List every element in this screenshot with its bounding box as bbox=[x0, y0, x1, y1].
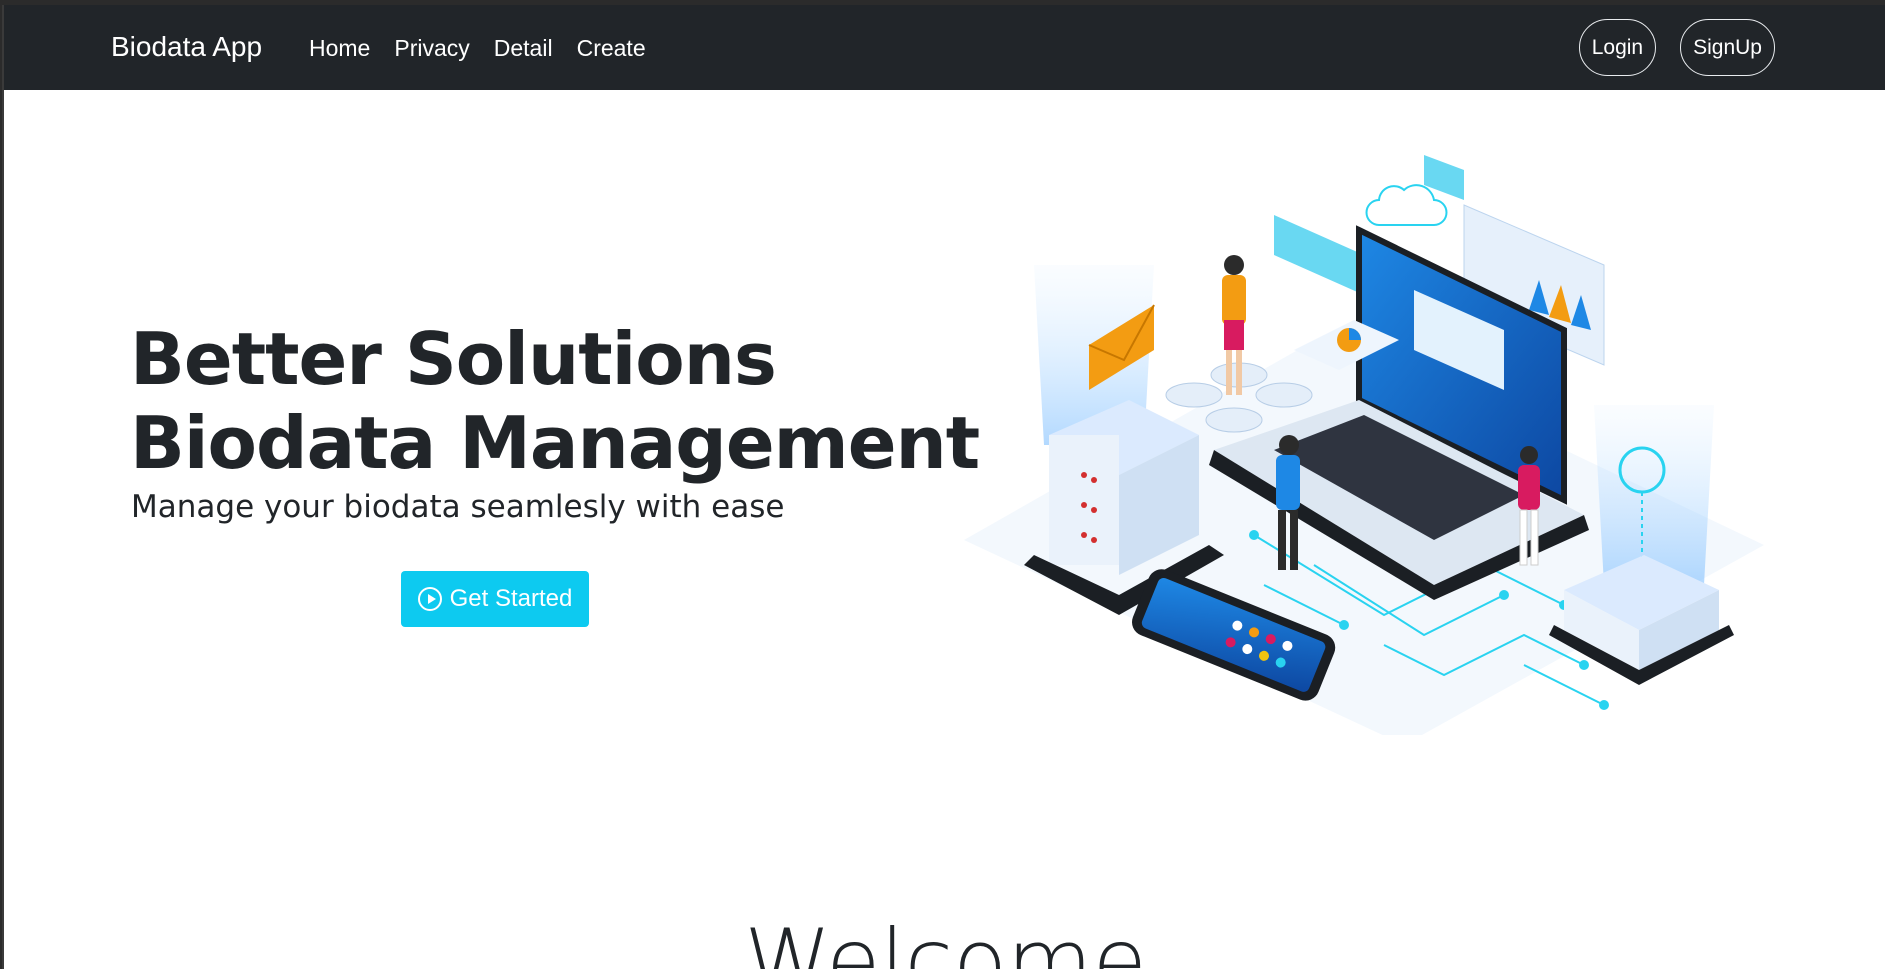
welcome-heading: Welcome bbox=[744, 910, 1147, 969]
auth-buttons: Login SignUp bbox=[1578, 19, 1775, 76]
play-circle-icon bbox=[417, 587, 442, 611]
get-started-label: Get Started bbox=[449, 585, 573, 612]
nav-link-create[interactable]: Create bbox=[577, 35, 646, 62]
hero-title-line-2: Biodata Management bbox=[130, 401, 980, 485]
get-started-button[interactable]: Get Started bbox=[401, 571, 589, 627]
hero-title: Better Solutions Biodata Management bbox=[130, 317, 980, 485]
nav-link-privacy[interactable]: Privacy bbox=[394, 35, 469, 62]
hero-illustration bbox=[964, 155, 1764, 735]
nav-links: Home Privacy Detail Create bbox=[309, 35, 670, 62]
login-button[interactable]: Login bbox=[1578, 19, 1657, 76]
hero-title-line-1: Better Solutions bbox=[130, 317, 777, 401]
navbar: Biodata App Home Privacy Detail Create L… bbox=[4, 5, 1885, 90]
nav-link-detail[interactable]: Detail bbox=[494, 35, 553, 62]
nav-link-home[interactable]: Home bbox=[309, 35, 370, 62]
brand-link[interactable]: Biodata App bbox=[111, 31, 262, 63]
signup-button[interactable]: SignUp bbox=[1680, 19, 1775, 76]
hero-subtitle: Manage your biodata seamlesly with ease bbox=[131, 489, 785, 525]
browser-viewport: Biodata App Home Privacy Detail Create L… bbox=[2, 5, 1885, 969]
